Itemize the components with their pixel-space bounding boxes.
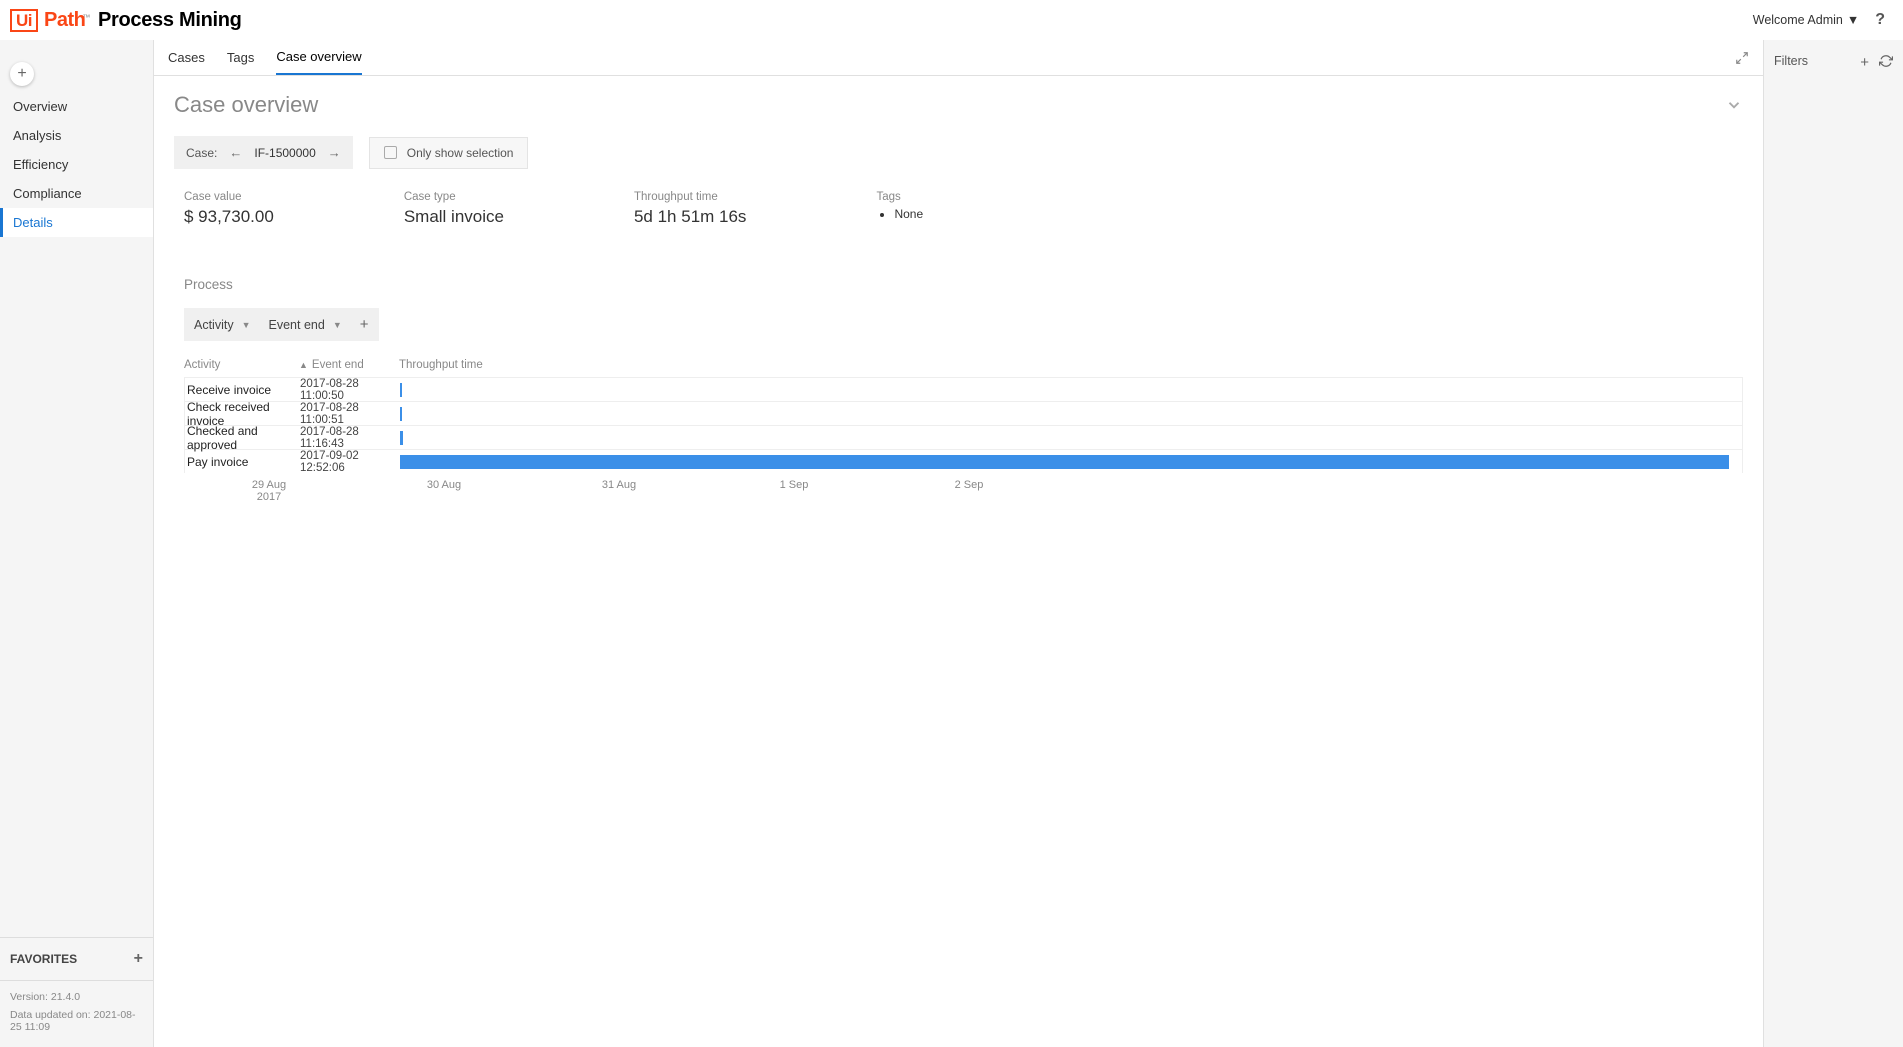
sidebar: + Overview Analysis Efficiency Complianc… <box>0 40 153 1047</box>
cell-activity: Pay invoice <box>185 455 300 469</box>
tag-none: None <box>894 207 923 221</box>
caret-down-icon: ▼ <box>242 320 251 330</box>
stat-label: Case value <box>184 191 274 203</box>
stat-tags: Tags None <box>876 191 923 227</box>
prev-case-button[interactable]: ← <box>229 145 242 160</box>
axis-year: 2017 <box>252 491 286 503</box>
cell-bar <box>400 402 1742 425</box>
dropdown-activity[interactable]: Activity ▼ <box>194 318 251 332</box>
stat-throughput: Throughput time 5d 1h 51m 16s <box>634 191 746 227</box>
dropdown-label: Activity <box>194 318 234 332</box>
table-row[interactable]: Receive invoice 2017-08-28 11:00:50 <box>184 377 1743 401</box>
table-row[interactable]: Checked and approved 2017-08-28 11:16:43 <box>184 425 1743 449</box>
cell-activity: Checked and approved <box>185 424 300 452</box>
main: Cases Tags Case overview Case overview C… <box>153 40 1763 1047</box>
favorites-label: FAVORITES <box>10 952 77 966</box>
sort-asc-icon: ▲ <box>299 360 308 370</box>
stat-case-type: Case type Small invoice <box>404 191 504 227</box>
col-eventend-label: Event end <box>312 359 364 371</box>
only-show-label: Only show selection <box>407 146 514 160</box>
case-id: IF-1500000 <box>254 146 315 160</box>
nav-details[interactable]: Details <box>0 208 153 237</box>
axis-tick: 30 Aug <box>427 479 461 491</box>
col-activity[interactable]: Activity <box>184 359 299 371</box>
axis-tick: 2 Sep <box>955 479 984 491</box>
logo-ui: Ui <box>10 9 38 32</box>
tab-case-overview[interactable]: Case overview <box>276 40 361 75</box>
logo: Ui Path™ Process Mining <box>10 9 242 32</box>
timeline-axis: 29 Aug 2017 30 Aug 31 Aug 1 Sep 2 Sep <box>184 479 1743 509</box>
caret-down-icon: ▼ <box>333 320 342 330</box>
process-table: Activity ▲ Event end Throughput time Rec… <box>174 359 1743 509</box>
col-throughput[interactable]: Throughput time <box>399 359 1743 371</box>
dropdown-label: Event end <box>269 318 325 332</box>
tab-cases[interactable]: Cases <box>168 40 205 75</box>
help-icon[interactable]: ? <box>1875 11 1885 29</box>
case-selector[interactable]: Case: ← IF-1500000 → <box>174 136 353 169</box>
user-menu[interactable]: Welcome Admin ▼ <box>1753 13 1859 27</box>
stat-value: $ 93,730.00 <box>184 207 274 227</box>
cell-bar <box>400 450 1742 473</box>
process-controls: Activity ▼ Event end ▼ + <box>184 308 379 341</box>
tab-tags[interactable]: Tags <box>227 40 254 75</box>
tabs: Cases Tags Case overview <box>154 40 1763 76</box>
sidebar-footer: Version: 21.4.0 Data updated on: 2021-08… <box>0 980 153 1047</box>
cell-bar <box>400 378 1742 401</box>
nav-efficiency[interactable]: Efficiency <box>0 150 153 179</box>
plus-icon[interactable]: + <box>134 950 143 968</box>
topbar: Ui Path™ Process Mining Welcome Admin ▼ … <box>0 0 1903 40</box>
logo-process-mining: Process Mining <box>98 9 242 31</box>
stat-label: Throughput time <box>634 191 746 203</box>
col-eventend[interactable]: ▲ Event end <box>299 359 399 371</box>
only-show-selection[interactable]: Only show selection <box>369 137 529 169</box>
stat-value: Small invoice <box>404 207 504 227</box>
cell-eventend: 2017-08-28 11:00:51 <box>300 402 400 426</box>
nav-compliance[interactable]: Compliance <box>0 179 153 208</box>
stat-case-value: Case value $ 93,730.00 <box>184 191 274 227</box>
page-title: Case overview <box>174 92 318 118</box>
chevron-down-icon[interactable] <box>1725 96 1743 114</box>
case-label: Case: <box>186 146 217 160</box>
axis-tick: 29 Aug <box>252 479 286 491</box>
cell-eventend: 2017-09-02 12:52:06 <box>300 450 400 474</box>
cell-activity: Receive invoice <box>185 383 300 397</box>
stat-label: Tags <box>876 191 923 203</box>
axis-tick: 1 Sep <box>780 479 809 491</box>
welcome-label: Welcome Admin <box>1753 13 1843 27</box>
table-row[interactable]: Check received invoice 2017-08-28 11:00:… <box>184 401 1743 425</box>
add-button[interactable]: + <box>10 62 34 86</box>
dropdown-eventend[interactable]: Event end ▼ <box>269 318 342 332</box>
table-row[interactable]: Pay invoice 2017-09-02 12:52:06 <box>184 449 1743 473</box>
data-updated-label: Data updated on: 2021-08-25 11:09 <box>10 1009 143 1033</box>
process-section-title: Process <box>174 277 1743 292</box>
filters-panel: Filters + <box>1763 40 1903 1047</box>
refresh-button[interactable] <box>1879 54 1893 71</box>
nav-analysis[interactable]: Analysis <box>0 121 153 150</box>
caret-down-icon: ▼ <box>1847 13 1859 27</box>
logo-tm: ™ <box>82 13 90 22</box>
add-column-button[interactable]: + <box>360 316 369 333</box>
logo-path: Path <box>44 9 85 31</box>
add-filter-button[interactable]: + <box>1860 54 1869 71</box>
next-case-button[interactable]: → <box>328 145 341 160</box>
stat-value: 5d 1h 51m 16s <box>634 207 746 227</box>
cell-bar <box>400 426 1742 449</box>
filters-title: Filters <box>1774 54 1808 68</box>
expand-icon[interactable] <box>1735 51 1749 65</box>
checkbox-icon[interactable] <box>384 146 397 159</box>
cell-eventend: 2017-08-28 11:00:50 <box>300 378 400 402</box>
favorites-header[interactable]: FAVORITES + <box>0 937 153 980</box>
axis-tick: 31 Aug <box>602 479 636 491</box>
cell-eventend: 2017-08-28 11:16:43 <box>300 426 400 450</box>
stat-label: Case type <box>404 191 504 203</box>
plus-icon: + <box>17 65 26 83</box>
version-label: Version: 21.4.0 <box>10 991 143 1003</box>
nav-overview[interactable]: Overview <box>0 92 153 121</box>
